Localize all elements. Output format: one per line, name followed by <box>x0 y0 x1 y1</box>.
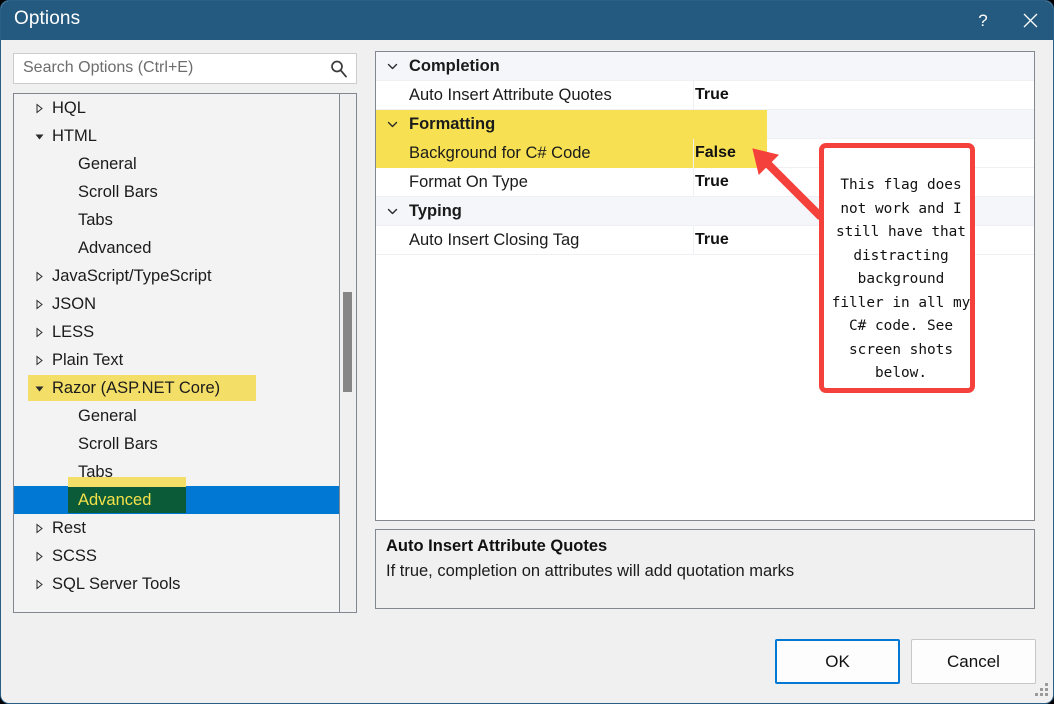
grid-category-row[interactable]: Typing <box>376 197 1034 226</box>
grid-option-row[interactable]: Auto Insert Attribute Quotes True <box>376 81 1034 110</box>
search-icon[interactable] <box>329 59 349 79</box>
grid-row-value[interactable]: False <box>695 139 736 167</box>
tree-item-label: JavaScript/TypeScript <box>52 267 212 285</box>
grid-column-divider <box>693 81 694 110</box>
tree-item-rest[interactable]: Rest <box>14 514 356 542</box>
grid-row-value[interactable]: True <box>695 226 729 254</box>
cancel-button-label: Cancel <box>947 651 1000 671</box>
tree-collapsed-triangle-icon[interactable] <box>32 290 46 318</box>
grid-option-row[interactable]: Format On Type True <box>376 168 1034 197</box>
grid-option-row[interactable]: Auto Insert Closing Tag True <box>376 226 1034 255</box>
grid-row-value[interactable]: True <box>695 168 729 196</box>
tree-item-hql[interactable]: HQL <box>14 94 356 122</box>
tree-expanded-triangle-icon[interactable] <box>32 122 46 150</box>
tree-item-razor-asp-net-core[interactable]: Razor (ASP.NET Core) <box>14 374 356 402</box>
ok-button[interactable]: OK <box>775 639 900 684</box>
chevron-down-icon[interactable] <box>384 197 400 225</box>
chevron-down-icon[interactable] <box>384 110 400 138</box>
tree-item-label: LESS <box>52 323 95 341</box>
tree-collapsed-triangle-icon[interactable] <box>32 570 46 598</box>
tree-item-label: Tabs <box>78 211 113 229</box>
tree-item-general[interactable]: General <box>14 402 356 430</box>
grid-option-row[interactable]: Background for C# Code False <box>376 139 1034 168</box>
window-title: Options <box>14 8 81 29</box>
tree-item-html[interactable]: HTML <box>14 122 356 150</box>
chevron-down-icon[interactable] <box>384 52 400 80</box>
search-placeholder: Search Options (Ctrl+E) <box>23 59 194 76</box>
tree-item-scroll-bars[interactable]: Scroll Bars <box>14 178 356 206</box>
tree-item-label: SQL Server Tools <box>52 575 181 593</box>
search-input[interactable]: Search Options (Ctrl+E) <box>13 53 357 84</box>
tree-item-scss[interactable]: SCSS <box>14 542 356 570</box>
tree-items: HQL HTML General Scroll Bars Tabs Advanced Jav… <box>14 94 356 598</box>
grid-column-divider <box>693 226 694 255</box>
grid-row-name: Typing <box>409 202 462 220</box>
tree-collapsed-triangle-icon[interactable] <box>32 514 46 542</box>
grid-column-divider <box>693 139 694 168</box>
tree-item-tabs[interactable]: Tabs <box>14 206 356 234</box>
tree-scrollbar-thumb[interactable] <box>343 292 352 392</box>
grid-row-name: Completion <box>409 57 500 75</box>
property-grid-rows: Completion Auto Insert Attribute Quotes Tr… <box>376 52 1034 255</box>
tree-item-label: SCSS <box>52 547 97 565</box>
title-bar: Options ? <box>1 1 1053 40</box>
tree-item-advanced[interactable]: Advanced <box>14 477 356 514</box>
cancel-button[interactable]: Cancel <box>911 639 1036 684</box>
tree-item-label: General <box>78 155 137 173</box>
options-tree[interactable]: HQL HTML General Scroll Bars Tabs Advanced Jav… <box>13 93 357 613</box>
grid-row-name: Auto Insert Closing Tag <box>409 231 580 249</box>
tree-collapsed-triangle-icon[interactable] <box>32 318 46 346</box>
resize-grip[interactable] <box>1033 683 1049 699</box>
tree-collapsed-triangle-icon[interactable] <box>32 94 46 122</box>
tree-item-label: Scroll Bars <box>78 183 158 201</box>
tree-item-label: Razor (ASP.NET Core) <box>52 379 221 397</box>
grid-row-name: Background for C# Code <box>409 144 591 162</box>
options-dialog: Options ? Search Options (Ctrl+E) HQL HTM… <box>0 0 1054 704</box>
close-icon[interactable] <box>1007 1 1053 40</box>
tree-item-scroll-bars[interactable]: Scroll Bars <box>14 430 356 458</box>
tree-item-label: General <box>78 407 137 425</box>
grid-row-name: Format On Type <box>409 173 528 191</box>
tree-item-advanced[interactable]: Advanced <box>14 234 356 262</box>
tree-item-label: Advanced <box>78 491 152 509</box>
tree-item-javascript-typescript[interactable]: JavaScript/TypeScript <box>14 262 356 290</box>
ok-button-label: OK <box>825 651 850 671</box>
tree-scrollbar[interactable] <box>339 94 356 612</box>
tree-item-label: HQL <box>52 99 86 117</box>
tree-item-label: Scroll Bars <box>78 435 158 453</box>
description-body: If true, completion on attributes will a… <box>386 562 795 580</box>
tree-item-general[interactable]: General <box>14 150 356 178</box>
grid-row-name: Formatting <box>409 115 496 133</box>
tree-collapsed-triangle-icon[interactable] <box>32 542 46 570</box>
tree-item-plain-text[interactable]: Plain Text <box>14 346 356 374</box>
help-icon[interactable]: ? <box>960 1 1006 40</box>
description-panel: Auto Insert Attribute Quotes If true, co… <box>375 529 1035 609</box>
tree-item-label: Advanced <box>78 239 152 257</box>
grid-category-row[interactable]: Formatting <box>376 110 1034 139</box>
tree-item-less[interactable]: LESS <box>14 318 356 346</box>
tree-item-sql-server-tools[interactable]: SQL Server Tools <box>14 570 356 598</box>
grid-row-name: Auto Insert Attribute Quotes <box>409 86 612 104</box>
tree-expanded-triangle-icon[interactable] <box>32 374 46 402</box>
grid-column-divider <box>693 168 694 197</box>
tree-item-label: JSON <box>52 295 97 313</box>
tree-item-label: HTML <box>52 127 97 145</box>
tree-item-json[interactable]: JSON <box>14 290 356 318</box>
tree-item-label: Plain Text <box>52 351 124 369</box>
grid-category-row[interactable]: Completion <box>376 52 1034 81</box>
tree-collapsed-triangle-icon[interactable] <box>32 346 46 374</box>
tree-item-label: Rest <box>52 519 86 537</box>
grid-row-value[interactable]: True <box>695 81 729 109</box>
tree-collapsed-triangle-icon[interactable] <box>32 262 46 290</box>
description-title: Auto Insert Attribute Quotes <box>386 537 608 555</box>
